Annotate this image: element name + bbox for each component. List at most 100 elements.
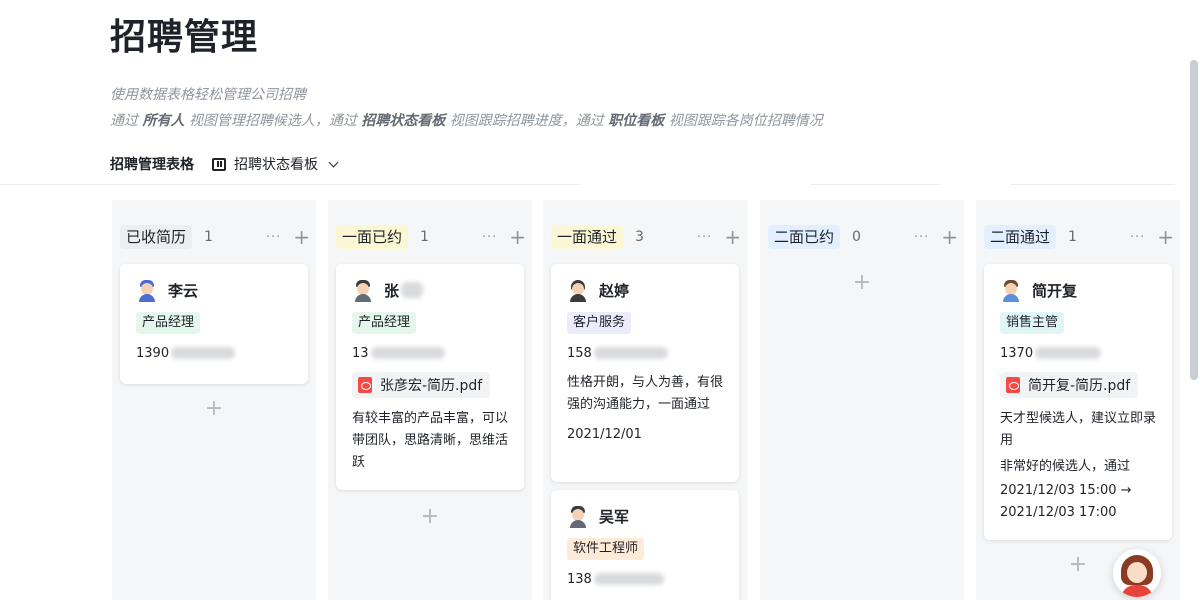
- scrollbar[interactable]: [1190, 60, 1198, 380]
- candidate-card[interactable]: 李云 产品经理 1390: [120, 264, 308, 384]
- phone-prefix: 138: [567, 571, 592, 587]
- assistant-avatar-icon[interactable]: [1113, 549, 1161, 597]
- phone-prefix: 1370: [1000, 345, 1034, 361]
- candidate-card[interactable]: 张 产品经理 13 张彦宏-简历.pdf 有较丰富的产品丰富，可以带团队，思路清…: [336, 264, 524, 490]
- role-tag: 产品经理: [136, 312, 201, 334]
- role-tag: 产品经理: [352, 312, 417, 334]
- avatar-icon: [352, 279, 374, 302]
- candidate-name: 赵婷: [599, 281, 630, 300]
- column-header: 二面已约 0 ··· +: [768, 224, 958, 250]
- desc-text: 视图跟踪招聘进度，通过: [445, 113, 609, 129]
- column-count: 1: [1068, 229, 1077, 245]
- avatar-icon: [136, 279, 158, 302]
- desc-highlight: 职位看板: [608, 113, 665, 129]
- avatar-icon: [567, 279, 589, 302]
- kanban-column: 二面通过 1 ··· + 简开复 销售主管 1370 简开复-简历.pdf 天才…: [976, 200, 1180, 600]
- tab-kanban-view[interactable]: 招聘状态看板: [212, 154, 339, 174]
- resume-file[interactable]: 简开复-简历.pdf: [1000, 372, 1139, 398]
- phone-field: 13: [352, 344, 510, 362]
- candidate-note: 非常好的候选人，通过: [1000, 459, 1131, 474]
- kanban-board: 已收简历 1 ··· + 李云 产品经理 1390 + 一面已约 1 ··· +: [0, 200, 1200, 600]
- plus-icon[interactable]: +: [724, 227, 741, 247]
- page-title: 招聘管理: [110, 17, 259, 58]
- avatar-icon: [567, 505, 589, 528]
- phone-field: 1370: [1000, 344, 1158, 362]
- column-count: 3: [635, 229, 644, 245]
- desc-text: 通过: [110, 113, 143, 129]
- status-tag: 一面通过: [551, 225, 624, 249]
- kanban-column: 已收简历 1 ··· + 李云 产品经理 1390 +: [112, 200, 316, 600]
- file-name: 张彦宏-简历.pdf: [380, 378, 483, 394]
- add-card-button[interactable]: +: [1066, 552, 1090, 577]
- role-tag: 客户服务: [567, 312, 632, 334]
- status-tag: 二面通过: [984, 225, 1057, 249]
- column-header: 一面已约 1 ··· +: [336, 224, 526, 250]
- phone-field: 1390: [136, 344, 294, 362]
- plus-icon[interactable]: +: [1157, 227, 1174, 247]
- phone-blurred: [370, 347, 445, 359]
- resume-file[interactable]: 张彦宏-简历.pdf: [352, 372, 491, 398]
- status-tag: 一面已约: [336, 225, 409, 249]
- phone-prefix: 158: [567, 345, 592, 361]
- divider: [0, 184, 580, 185]
- plus-icon[interactable]: +: [941, 227, 958, 247]
- phone-field: 138: [567, 570, 725, 588]
- pdf-icon: [358, 377, 372, 393]
- kanban-column: 一面已约 1 ··· + 张 产品经理 13 张彦宏-简历.pdf 有较丰富的产…: [328, 200, 532, 600]
- desc-text: 视图跟踪各岗位招聘情况: [664, 113, 823, 129]
- column-count: 1: [420, 229, 429, 245]
- phone-prefix: 13: [352, 345, 369, 361]
- kanban-column: 一面通过 3 ··· + 赵婷 客户服务 158 性格开朗，与人为善，有很强的沟…: [543, 200, 747, 600]
- interview-date: 2021/12/01: [567, 427, 642, 442]
- column-count: 1: [204, 229, 213, 245]
- more-icon[interactable]: ···: [697, 230, 712, 245]
- file-name: 简开复-简历.pdf: [1028, 378, 1131, 394]
- candidate-name: 张: [384, 281, 400, 300]
- tab-table-view[interactable]: 招聘管理表格: [110, 154, 194, 174]
- tab-kanban-label: 招聘状态看板: [234, 157, 318, 173]
- candidate-card[interactable]: 简开复 销售主管 1370 简开复-简历.pdf 天才型候选人，建议立即录用 非…: [984, 264, 1172, 540]
- more-icon[interactable]: ···: [914, 230, 929, 245]
- candidate-card[interactable]: 赵婷 客户服务 158 性格开朗，与人为善，有很强的沟通能力，一面通过 2021…: [551, 264, 739, 482]
- phone-field: 158: [567, 344, 725, 362]
- more-icon[interactable]: ···: [1130, 230, 1145, 245]
- divider: [1010, 184, 1175, 185]
- candidate-card[interactable]: 吴军 软件工程师 138: [551, 490, 739, 600]
- view-tabs: 招聘管理表格 招聘状态看板: [110, 152, 339, 176]
- column-header: 一面通过 3 ··· +: [551, 224, 741, 250]
- plus-icon[interactable]: +: [509, 227, 526, 247]
- phone-blurred: [593, 573, 664, 585]
- candidate-note: 天才型候选人，建议立即录用: [1000, 411, 1157, 448]
- role-tag: 销售主管: [1000, 312, 1065, 334]
- candidate-name: 吴军: [599, 507, 630, 526]
- column-header: 二面通过 1 ··· +: [984, 224, 1174, 250]
- page-description-views: 通过 所有人 视图管理招聘候选人，通过 招聘状态看板 视图跟踪招聘进度，通过 职…: [110, 110, 823, 130]
- desc-text: 视图管理招聘候选人，通过: [184, 113, 362, 129]
- column-header: 已收简历 1 ··· +: [120, 224, 310, 250]
- name-blurred: [401, 282, 424, 298]
- avatar-icon: [1000, 279, 1022, 302]
- add-card-button[interactable]: +: [202, 396, 226, 421]
- page-description: 使用数据表格轻松管理公司招聘: [110, 87, 306, 103]
- pdf-icon: [1006, 377, 1020, 393]
- plus-icon[interactable]: +: [293, 227, 310, 247]
- more-icon[interactable]: ···: [482, 230, 497, 245]
- desc-highlight: 所有人: [142, 113, 185, 129]
- chevron-down-icon[interactable]: [328, 157, 339, 167]
- role-tag: 软件工程师: [567, 538, 645, 560]
- phone-prefix: 1390: [136, 345, 170, 361]
- interview-date: 2021/12/03 15:00 → 2021/12/03 17:00: [1000, 483, 1132, 520]
- candidate-note: 性格开朗，与人为善，有很强的沟通能力，一面通过: [567, 375, 724, 412]
- phone-blurred: [593, 347, 668, 359]
- add-card-button[interactable]: +: [418, 504, 442, 529]
- kanban-column: 二面已约 0 ··· + +: [760, 200, 964, 600]
- status-tag: 已收简历: [120, 225, 193, 249]
- phone-blurred: [171, 347, 236, 359]
- desc-highlight: 招聘状态看板: [361, 113, 446, 129]
- divider: [810, 184, 940, 185]
- add-card-button[interactable]: +: [850, 270, 874, 295]
- candidate-name: 李云: [168, 281, 199, 300]
- status-tag: 二面已约: [768, 225, 841, 249]
- kanban-icon: [212, 157, 226, 171]
- more-icon[interactable]: ···: [266, 230, 281, 245]
